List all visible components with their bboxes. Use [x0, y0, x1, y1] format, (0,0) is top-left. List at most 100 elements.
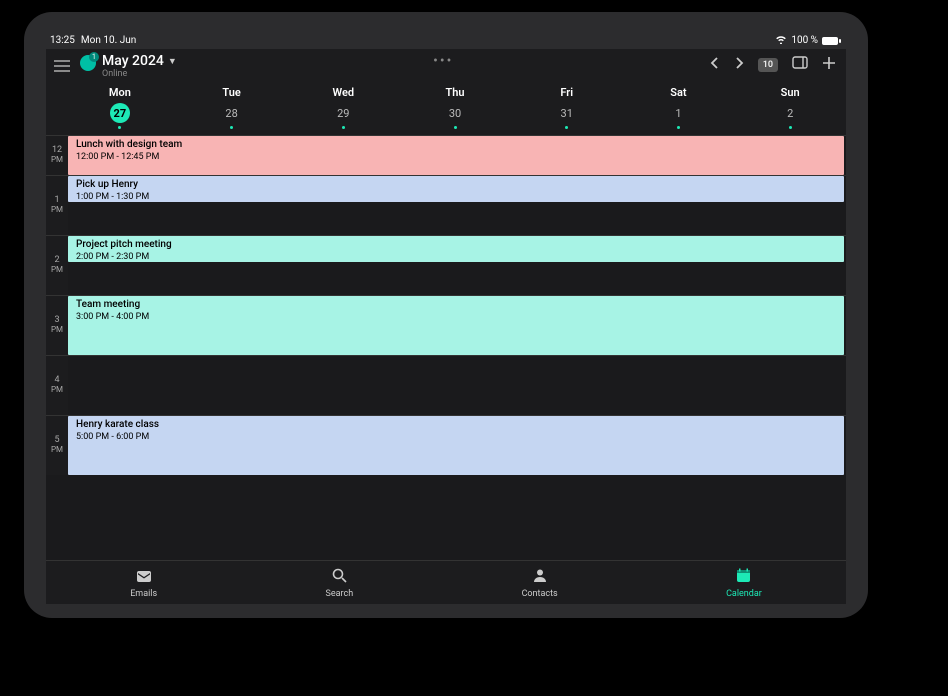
hour-suffix: PM	[51, 386, 63, 395]
calendar-event[interactable]: Pick up Henry 1:00 PM - 1:30 PM	[68, 176, 844, 202]
notification-badge: 1	[89, 52, 99, 62]
calendar-event[interactable]: Henry karate class 5:00 PM - 6:00 PM	[68, 416, 844, 475]
dropdown-icon: ▼	[168, 56, 177, 67]
calendar-event[interactable]: Project pitch meeting 2:00 PM - 2:30 PM	[68, 236, 844, 262]
header-title: May 2024	[102, 53, 164, 69]
hour-row: 4 PM	[46, 355, 846, 415]
events-column: Lunch with design team 12:00 PM - 12:45 …	[68, 136, 846, 175]
app-content: 1 May 2024 ▼ Online ••• 10	[46, 49, 846, 604]
event-title: Henry karate class	[76, 419, 836, 431]
person-icon	[533, 568, 547, 587]
hour-suffix: PM	[51, 206, 63, 215]
hour-suffix: PM	[51, 326, 63, 335]
events-column: Team meeting 3:00 PM - 4:00 PM	[68, 296, 846, 355]
event-dot-icon	[342, 126, 345, 129]
schedule-grid[interactable]: 12 PM Lunch with design team 12:00 PM - …	[46, 135, 846, 560]
hour-row: 2 PM Project pitch meeting 2:00 PM - 2:3…	[46, 235, 846, 295]
header-left: 1 May 2024 ▼ Online	[50, 53, 177, 80]
event-dot-icon	[454, 126, 457, 129]
nav-search[interactable]: Search	[326, 568, 354, 599]
event-dot-icon	[789, 126, 792, 129]
event-time: 12:00 PM - 12:45 PM	[76, 152, 836, 163]
day-header[interactable]: Mon	[64, 86, 176, 99]
next-week-button[interactable]	[734, 57, 744, 73]
hour-label: 4 PM	[46, 356, 68, 415]
header-subtitle: Online	[102, 69, 177, 79]
date-number: 27	[110, 103, 130, 123]
app-logo[interactable]: 1	[80, 55, 96, 71]
status-bar-left: 13:25 Mon 10. Jun	[50, 35, 136, 46]
date-cell[interactable]: 31	[511, 103, 623, 129]
event-time: 5:00 PM - 6:00 PM	[76, 432, 836, 443]
action-dots-icon[interactable]: •••	[433, 53, 453, 69]
hour-row: 3 PM Team meeting 3:00 PM - 4:00 PM	[46, 295, 846, 355]
hour-label: 5 PM	[46, 416, 68, 475]
event-dot-icon	[677, 126, 680, 129]
hour-label: 12 PM	[46, 136, 68, 175]
day-header[interactable]: Fri	[511, 86, 623, 99]
title-wrap[interactable]: May 2024 ▼ Online	[102, 53, 177, 79]
battery-pct: 100 %	[791, 35, 818, 46]
nav-label: Search	[326, 589, 354, 599]
date-cell[interactable]: 27	[64, 103, 176, 129]
date-cell[interactable]: 2	[734, 103, 846, 129]
week-header-row: Mon Tue Wed Thu Fri Sat Sun	[46, 84, 846, 103]
bottom-nav: Emails Search Contacts Calendar	[46, 560, 846, 604]
mail-icon	[136, 569, 152, 587]
date-number: 29	[333, 103, 353, 123]
search-icon	[332, 568, 347, 587]
event-time: 3:00 PM - 4:00 PM	[76, 312, 836, 323]
date-number: 31	[557, 103, 577, 123]
view-mode-button[interactable]	[792, 56, 808, 73]
day-header[interactable]: Sun	[734, 86, 846, 99]
hour-label: 2 PM	[46, 236, 68, 295]
nav-label: Calendar	[726, 589, 762, 599]
events-column: Project pitch meeting 2:00 PM - 2:30 PM	[68, 236, 846, 295]
day-header[interactable]: Thu	[399, 86, 511, 99]
day-header[interactable]: Tue	[176, 86, 288, 99]
nav-contacts[interactable]: Contacts	[522, 568, 558, 599]
battery-icon	[822, 36, 842, 46]
hour-row: 1 PM Pick up Henry 1:00 PM - 1:30 PM	[46, 175, 846, 235]
nav-label: Contacts	[522, 589, 558, 599]
hour-suffix: PM	[51, 446, 63, 455]
date-cell[interactable]: 29	[287, 103, 399, 129]
date-number: 30	[445, 103, 465, 123]
hour-label: 1 PM	[46, 176, 68, 235]
nav-label: Emails	[130, 589, 157, 599]
hour-row: 12 PM Lunch with design team 12:00 PM - …	[46, 135, 846, 175]
header-right: 10	[710, 53, 836, 74]
event-title: Lunch with design team	[76, 139, 836, 151]
status-date: Mon 10. Jun	[81, 35, 136, 46]
nav-emails[interactable]: Emails	[130, 569, 157, 599]
calendar-event[interactable]: Lunch with design team 12:00 PM - 12:45 …	[68, 136, 844, 175]
add-event-button[interactable]	[822, 55, 836, 74]
prev-week-button[interactable]	[710, 57, 720, 73]
day-header[interactable]: Sat	[623, 86, 735, 99]
hour-row: 5 PM Henry karate class 5:00 PM - 6:00 P…	[46, 415, 846, 475]
today-button[interactable]: 10	[758, 58, 778, 72]
events-column: Pick up Henry 1:00 PM - 1:30 PM	[68, 176, 846, 235]
menu-icon[interactable]	[50, 53, 74, 80]
date-cell[interactable]: 30	[399, 103, 511, 129]
hour-label: 3 PM	[46, 296, 68, 355]
event-title: Pick up Henry	[76, 179, 836, 191]
event-title: Project pitch meeting	[76, 239, 836, 251]
events-column	[68, 356, 846, 415]
hour-suffix: PM	[51, 266, 63, 275]
event-dot-icon	[230, 126, 233, 129]
hour-suffix: PM	[51, 156, 63, 165]
date-cell[interactable]: 28	[176, 103, 288, 129]
event-time: 1:00 PM - 1:30 PM	[76, 192, 836, 203]
calendar-event[interactable]: Team meeting 3:00 PM - 4:00 PM	[68, 296, 844, 355]
status-bar-right: 100 %	[775, 34, 842, 47]
calendar-icon	[736, 568, 751, 587]
date-cell[interactable]: 1	[623, 103, 735, 129]
nav-calendar[interactable]: Calendar	[726, 568, 762, 599]
tablet-frame: 13:25 Mon 10. Jun 100 % 1	[24, 12, 868, 618]
day-header[interactable]: Wed	[287, 86, 399, 99]
date-row: 27 28 29 30 31 1 2	[46, 103, 846, 135]
status-bar: 13:25 Mon 10. Jun 100 %	[46, 34, 846, 49]
event-title: Team meeting	[76, 299, 836, 311]
wifi-icon	[775, 34, 787, 47]
